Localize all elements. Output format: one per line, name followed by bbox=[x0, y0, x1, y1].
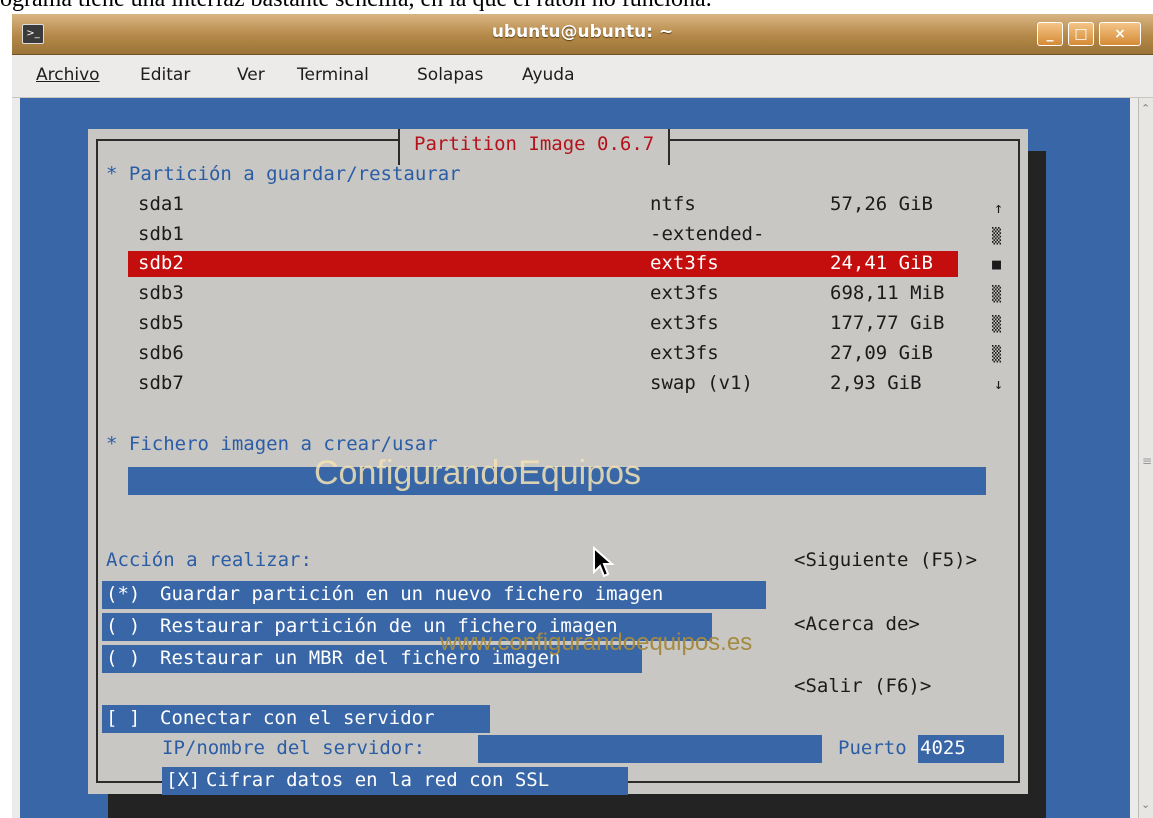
checkbox-label: Conectar con el servidor bbox=[160, 707, 435, 729]
menu-archivo[interactable]: Archivo bbox=[36, 65, 100, 85]
terminal-window: >_ ubuntu@ubuntu: ~ _ □ × Archivo Editar… bbox=[12, 14, 1153, 818]
partition-name: sdb3 bbox=[138, 282, 184, 304]
next-button[interactable]: <Siguiente (F5)> bbox=[794, 549, 977, 571]
list-scroll-track: ▒ bbox=[992, 227, 1002, 245]
partition-size: 57,26 GiB bbox=[830, 193, 933, 215]
partition-name: sdb7 bbox=[138, 372, 184, 394]
list-scroll-up[interactable]: ↑ bbox=[994, 199, 1003, 217]
mouse-cursor-icon bbox=[593, 546, 615, 578]
partition-fs: ext3fs bbox=[650, 342, 719, 364]
radio-marker: ( ) bbox=[106, 647, 141, 669]
title-bar[interactable]: >_ ubuntu@ubuntu: ~ _ □ × bbox=[12, 14, 1153, 55]
partition-fs: -extended- bbox=[650, 223, 765, 245]
watermark-brand: ConfigurandoEquipos bbox=[314, 454, 642, 492]
partition-fs: ntfs bbox=[650, 193, 696, 215]
menu-editar[interactable]: Editar bbox=[140, 65, 190, 85]
partition-fs: ext3fs bbox=[650, 252, 719, 274]
maximize-button[interactable]: □ bbox=[1068, 22, 1094, 46]
partition-size: 698,11 MiB bbox=[830, 282, 945, 304]
partition-size: 2,93 GiB bbox=[830, 372, 922, 394]
partition-fs: ext3fs bbox=[650, 312, 719, 334]
list-scroll-track: ▒ bbox=[992, 345, 1002, 363]
checkbox-label: Cifrar datos en la red con SSL bbox=[206, 769, 550, 791]
list-scroll-down[interactable]: ↓ bbox=[994, 375, 1003, 393]
partition-name: sdb1 bbox=[138, 223, 184, 245]
partition-name: sda1 bbox=[138, 193, 184, 215]
window-title: ubuntu@ubuntu: ~ bbox=[491, 22, 674, 42]
partition-section-label: * Partición a guardar/restaurar bbox=[106, 163, 461, 185]
menu-bar: Archivo Editar Ver Terminal Solapas Ayud… bbox=[12, 55, 1153, 98]
radio-label: Guardar partición en un nuevo fichero im… bbox=[160, 583, 664, 605]
partition-size: 24,41 GiB bbox=[830, 252, 933, 274]
partimage-dialog: Partition Image 0.6.7 * Partición a guar… bbox=[88, 129, 1028, 795]
exit-button[interactable]: <Salir (F6)> bbox=[794, 675, 931, 697]
partition-size: 27,09 GiB bbox=[830, 342, 933, 364]
menu-ver[interactable]: Ver bbox=[237, 65, 265, 85]
terminal-scrollbar[interactable]: ⌃ ≡ ⌄ bbox=[1138, 98, 1153, 818]
menu-ayuda[interactable]: Ayuda bbox=[522, 65, 575, 85]
image-file-label: * Fichero imagen a crear/usar bbox=[106, 433, 438, 455]
port-value: 4025 bbox=[920, 737, 966, 759]
scroll-up-arrow-icon[interactable]: ⌃ bbox=[1141, 102, 1150, 115]
checkbox-marker: [ ] bbox=[106, 707, 141, 729]
server-label: IP/nombre del servidor: bbox=[162, 737, 426, 759]
list-scroll-track: ▒ bbox=[992, 315, 1002, 333]
dialog-shadow bbox=[108, 794, 1046, 818]
partition-name: sdb6 bbox=[138, 342, 184, 364]
watermark-url: www.configurandoequipos.es bbox=[440, 629, 753, 656]
about-button[interactable]: <Acerca de> bbox=[794, 613, 920, 635]
caption-text: ograma tiene una interfaz bastante senci… bbox=[0, 0, 1153, 12]
scroll-down-arrow-icon[interactable]: ⌄ bbox=[1141, 798, 1150, 811]
port-label: Puerto bbox=[838, 737, 907, 759]
menu-terminal[interactable]: Terminal bbox=[297, 65, 369, 85]
list-scroll-thumb[interactable]: ■ bbox=[992, 255, 1001, 273]
connect-server-checkbox[interactable]: [ ] Conectar con el servidor bbox=[102, 705, 490, 733]
server-input[interactable] bbox=[478, 735, 822, 763]
scroll-grip-icon[interactable]: ≡ bbox=[1142, 454, 1152, 468]
partition-name: sdb2 bbox=[138, 252, 184, 274]
menu-solapas[interactable]: Solapas bbox=[417, 65, 483, 85]
partition-fs: ext3fs bbox=[650, 282, 719, 304]
action-save-radio[interactable]: (*) Guardar partición en un nuevo ficher… bbox=[102, 581, 766, 609]
checkbox-marker: [X] bbox=[166, 769, 201, 791]
close-button[interactable]: × bbox=[1099, 22, 1141, 46]
partition-fs: swap (v1) bbox=[650, 372, 753, 394]
dialog-title: Partition Image 0.6.7 bbox=[398, 129, 671, 165]
partition-size: 177,77 GiB bbox=[830, 312, 945, 334]
radio-marker: ( ) bbox=[106, 615, 141, 637]
action-label: Acción a realizar: bbox=[106, 549, 312, 571]
ssl-checkbox[interactable]: [X] Cifrar datos en la red con SSL bbox=[162, 767, 628, 795]
port-input[interactable]: 4025 bbox=[918, 735, 1004, 763]
terminal-area[interactable]: Partition Image 0.6.7 * Partición a guar… bbox=[20, 98, 1130, 818]
list-scroll-track: ▒ bbox=[992, 285, 1002, 303]
dialog-shadow bbox=[1028, 151, 1046, 816]
minimize-button[interactable]: _ bbox=[1037, 22, 1063, 46]
partition-name: sdb5 bbox=[138, 312, 184, 334]
radio-marker: (*) bbox=[106, 583, 141, 605]
